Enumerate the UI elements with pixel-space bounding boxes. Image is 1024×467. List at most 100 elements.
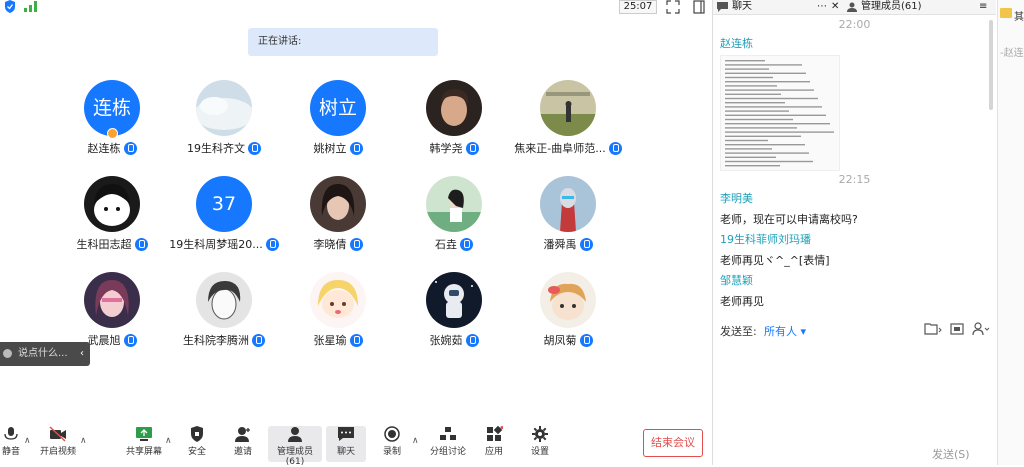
participant-tile[interactable]: 张婉茹 — [399, 272, 509, 348]
members-icon — [847, 2, 857, 12]
security-button[interactable]: 安全 — [182, 426, 212, 462]
participant-avatar — [196, 272, 252, 328]
chat-tab[interactable]: 聊天 — [717, 0, 752, 14]
microphone-icon — [349, 237, 363, 251]
participant-tile[interactable]: 韩学尧 — [399, 80, 509, 156]
screenshot-icon[interactable] — [950, 322, 964, 335]
record-icon — [384, 426, 400, 442]
chat-sender[interactable]: 邹慧颖 — [720, 272, 996, 288]
microphone-icon — [579, 333, 593, 347]
participant-tile[interactable]: 生科田志超 — [57, 176, 167, 252]
microphone-icon — [349, 141, 363, 155]
chat-bubble-icon — [717, 2, 728, 12]
members-tab[interactable]: 管理成员(61) — [847, 0, 922, 14]
participant-tile[interactable]: 焦来正-曲阜师范... — [513, 80, 623, 156]
breakout-button[interactable]: 分组讨论 — [428, 426, 468, 462]
chat-button[interactable]: 聊天 — [326, 426, 366, 462]
participant-name-row: 石垚 — [435, 236, 473, 252]
participant-tile[interactable]: 张星瑜 — [283, 272, 393, 348]
participant-name-row: 赵连栋 — [88, 140, 137, 156]
mute-button[interactable]: 静音 — [0, 426, 22, 462]
participant-tile[interactable]: 19生科齐文 — [169, 80, 279, 156]
participant-avatar: 树立 — [310, 80, 366, 136]
microphone-icon — [465, 333, 479, 347]
video-options-caret[interactable]: ∧ — [80, 436, 87, 446]
security-label: 安全 — [187, 447, 206, 457]
collapse-chevron-icon[interactable]: ‹ — [80, 342, 84, 366]
participant-name-row: 焦来正-曲阜师范... — [514, 140, 622, 156]
emoji-icon[interactable] — [3, 349, 12, 358]
record-label: 录制 — [382, 447, 401, 457]
apps-button[interactable]: 应用 — [480, 426, 508, 462]
fullscreen-icon[interactable] — [666, 0, 680, 14]
more-options-icon[interactable]: ⋯ — [817, 0, 827, 14]
share-options-caret[interactable]: ∧ — [165, 436, 172, 446]
participant-tile[interactable]: 37 19生科周梦瑶20... — [169, 176, 279, 252]
participant-name-row: 姚树立 — [314, 140, 363, 156]
participant-name: 19生科周梦瑶20... — [169, 238, 263, 251]
participant-tile[interactable]: 生科院李腾洲 — [169, 272, 279, 348]
microphone-icon — [123, 333, 137, 347]
invite-button[interactable]: 邀请 — [228, 426, 258, 462]
participant-tile[interactable]: 连栋 赵连栋 — [57, 80, 167, 156]
participant-name-row: 张婉茹 — [430, 332, 479, 348]
participant-tile[interactable]: 李晓倩 — [283, 176, 393, 252]
send-to-dropdown[interactable]: 所有人 ▾ — [764, 323, 806, 339]
chat-sender[interactable]: 赵连栋 — [720, 35, 996, 51]
chat-message-text: 老师再见ヾ^_^[表情] — [720, 254, 830, 267]
close-icon[interactable]: ✕ — [831, 0, 839, 14]
participant-tile[interactable]: 树立 姚树立 — [283, 80, 393, 156]
participant-tile[interactable]: 石垚 — [399, 176, 509, 252]
participant-name: 姚树立 — [313, 142, 347, 155]
participant-tile[interactable]: 胡凤菊 — [513, 272, 623, 348]
send-button[interactable]: 发送(S) — [932, 446, 970, 462]
participant-name: 李晓倩 — [313, 238, 347, 251]
share-screen-button[interactable]: 共享屏幕 — [124, 426, 164, 462]
microphone-icon — [134, 237, 148, 251]
mute-label: 静音 — [1, 447, 20, 457]
settings-button[interactable]: 设置 — [526, 426, 554, 462]
chat-tab-label: 聊天 — [732, 1, 752, 12]
shield-icon[interactable] — [4, 0, 16, 13]
chat-sender[interactable]: 李明美 — [720, 190, 996, 206]
chat-scrollbar[interactable] — [989, 20, 993, 110]
end-meeting-button[interactable]: 结束会议 — [643, 429, 703, 457]
chat-sender[interactable]: 19生科菲师刘玛璠 — [720, 231, 996, 247]
apps-label: 应用 — [484, 447, 503, 457]
signal-icon — [24, 1, 37, 12]
apps-icon — [487, 426, 503, 441]
start-video-button[interactable]: 开启视频 — [38, 426, 78, 462]
layout-icon[interactable] — [692, 0, 706, 14]
shield-icon — [191, 426, 203, 442]
participant-tile[interactable]: 潘舜禹 — [513, 176, 623, 252]
invite-label: 邀请 — [233, 447, 252, 457]
record-options-caret[interactable]: ∧ — [412, 436, 419, 446]
participant-avatar — [426, 272, 482, 328]
chat-message-list[interactable]: 22:00 赵连栋 22:15 李明美 老师，现在可以申请离校吗? 19生科菲师刘玛璠 老师… — [713, 16, 996, 316]
meeting-timer: 25:07 — [619, 0, 657, 14]
microphone-icon — [579, 237, 593, 251]
participant-name: 韩学尧 — [429, 142, 463, 155]
chat-input-area[interactable] — [713, 342, 996, 442]
participant-avatar: 37 — [196, 176, 252, 232]
mute-options-caret[interactable]: ∧ — [24, 436, 31, 446]
adjacent-window-text: -赵连 — [1000, 48, 1024, 59]
microphone-icon — [465, 141, 479, 155]
microphone-icon — [265, 237, 279, 251]
gear-icon — [532, 426, 548, 442]
panel-menu-icon[interactable]: ≡ — [979, 0, 987, 14]
chat-quick-input[interactable]: 说点什么... ‹ — [0, 342, 90, 366]
manage-members-button[interactable]: 管理成员(61) — [268, 426, 322, 467]
adjacent-window-title: 其 — [1014, 12, 1024, 23]
file-send-icon[interactable] — [924, 322, 942, 335]
record-button[interactable]: 录制 — [378, 426, 406, 462]
participant-avatar — [426, 80, 482, 136]
breakout-rooms-icon — [440, 427, 456, 440]
quick-input-placeholder: 说点什么... — [18, 348, 68, 359]
chat-image-thumbnail[interactable] — [720, 55, 840, 171]
participant-name-row: 生科院李腾洲 — [183, 332, 265, 348]
participant-name: 张婉茹 — [429, 334, 463, 347]
participant-avatar — [196, 80, 252, 136]
mention-user-icon[interactable] — [972, 322, 990, 335]
participant-tile[interactable]: 武晨旭 — [57, 272, 167, 348]
